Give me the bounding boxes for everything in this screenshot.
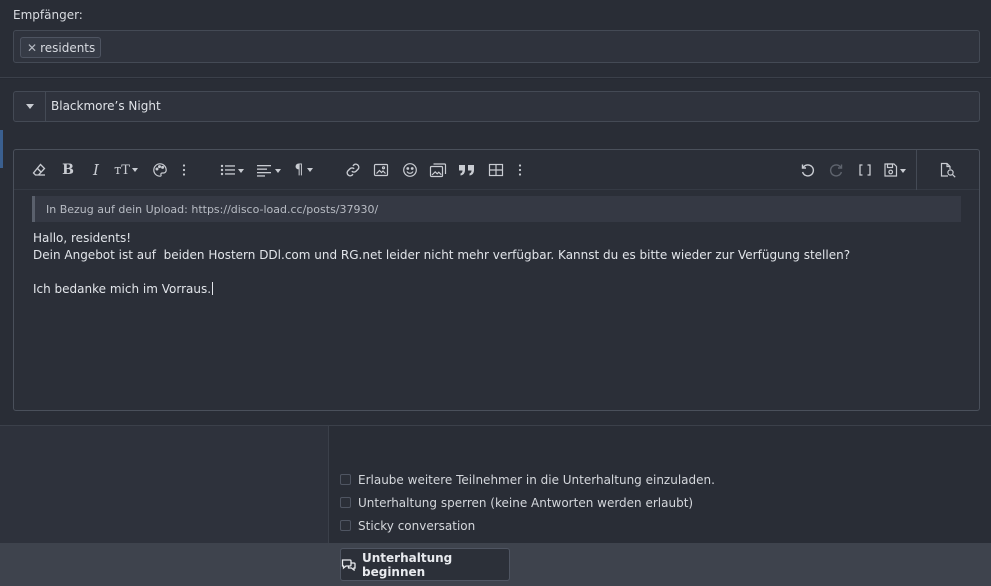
message-body[interactable]: Hallo, residents! Dein Angebot ist auf b… — [33, 230, 963, 298]
message-line: Hallo, residents! — [33, 231, 132, 245]
paragraph-icon[interactable]: ¶ — [290, 160, 318, 180]
editor-toolbar: B I тT ¶ — [14, 150, 979, 190]
options-section: Erlaube weitere Teilnehmer in die Unterh… — [0, 426, 991, 543]
table-icon[interactable] — [485, 160, 507, 180]
quote-text: In Bezug auf dein Upload: https://disco-… — [46, 202, 379, 216]
form-footer: Unterhaltung beginnen — [0, 543, 991, 586]
message-line — [33, 264, 963, 281]
preview-icon[interactable] — [936, 160, 960, 180]
options-list: Erlaube weitere Teilnehmer in die Unterh… — [340, 468, 715, 537]
start-conversation-button[interactable]: Unterhaltung beginnen — [340, 548, 510, 581]
option-label: Sticky conversation — [358, 518, 476, 533]
options-label-column — [0, 426, 329, 543]
recipients-section: Empfänger: ✕ residents — [0, 0, 991, 78]
redo-icon[interactable] — [825, 160, 847, 180]
link-icon[interactable] — [342, 160, 364, 180]
left-accent-bar — [0, 130, 3, 168]
message-line-with-cursor: Ich bedanke mich im Vorraus. — [33, 281, 963, 298]
recipient-chip[interactable]: ✕ residents — [20, 37, 102, 58]
drafts-icon[interactable] — [880, 160, 910, 180]
smiley-icon[interactable] — [399, 160, 421, 180]
message-line: Dein Angebot ist auf beiden Hostern DDl.… — [33, 248, 851, 262]
palette-icon[interactable] — [149, 160, 171, 180]
more-vertical-icon[interactable] — [514, 160, 526, 180]
prefix-section: Blackmore’s Night — [0, 79, 991, 130]
prefix-dropdown-toggle[interactable] — [14, 92, 46, 121]
quote-icon[interactable] — [456, 160, 478, 180]
list-icon[interactable] — [217, 160, 247, 180]
undo-icon[interactable] — [797, 160, 819, 180]
more-vertical-icon[interactable] — [178, 160, 190, 180]
recipients-label: Empfänger: — [13, 8, 83, 22]
eraser-icon[interactable] — [28, 160, 50, 180]
quote-block: In Bezug auf dein Upload: https://disco-… — [32, 196, 961, 222]
start-conversation-label: Unterhaltung beginnen — [362, 550, 453, 579]
option-label: Erlaube weitere Teilnehmer in die Unterh… — [358, 472, 715, 487]
checkbox[interactable] — [340, 520, 351, 531]
text-cursor — [212, 282, 214, 295]
option-lock-conversation[interactable]: Unterhaltung sperren (keine Antworten we… — [340, 491, 715, 514]
message-editor[interactable]: B I тT ¶ In Bezug auf dein Upload: https… — [13, 149, 980, 411]
checkbox[interactable] — [340, 497, 351, 508]
option-label: Unterhaltung sperren (keine Antworten we… — [358, 495, 694, 510]
option-sticky[interactable]: Sticky conversation — [340, 514, 715, 537]
prefix-selected-value: Blackmore’s Night — [51, 99, 161, 113]
italic-icon[interactable]: I — [86, 160, 106, 180]
image-icon[interactable] — [370, 160, 392, 180]
option-allow-invite[interactable]: Erlaube weitere Teilnehmer in die Unterh… — [340, 468, 715, 491]
remove-recipient-icon[interactable]: ✕ — [27, 41, 37, 55]
recipients-input[interactable]: ✕ residents — [13, 30, 980, 63]
recipient-chip-label: residents — [40, 40, 96, 55]
prefix-select[interactable]: Blackmore’s Night — [13, 91, 980, 122]
editor-section: B I тT ¶ In Bezug auf dein Upload: https… — [0, 130, 991, 426]
message-line: Ich bedanke mich im Vorraus. — [33, 282, 212, 296]
bold-icon[interactable]: B — [58, 160, 78, 180]
toolbar-separator — [916, 150, 917, 190]
bbcode-icon[interactable] — [854, 160, 876, 180]
conversation-icon — [341, 558, 356, 571]
align-icon[interactable] — [254, 160, 284, 180]
media-gallery-icon[interactable] — [427, 160, 449, 180]
text-size-icon[interactable]: тT — [111, 160, 141, 180]
chevron-down-icon — [25, 104, 34, 109]
checkbox[interactable] — [340, 474, 351, 485]
